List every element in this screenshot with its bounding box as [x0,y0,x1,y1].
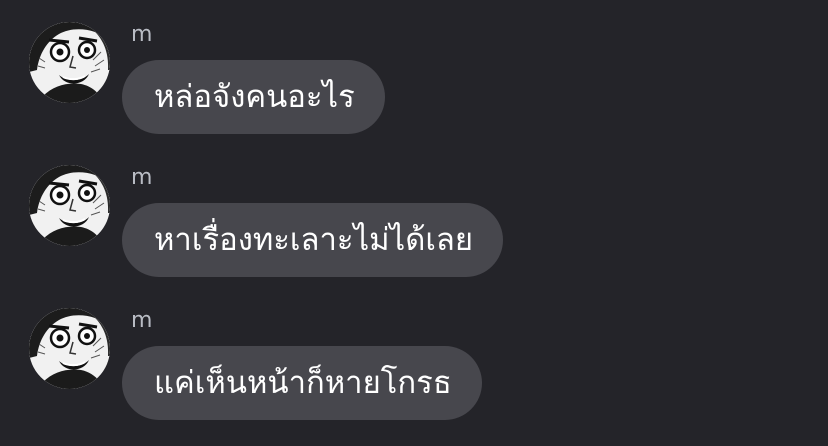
manga-face-avatar-icon[interactable] [29,308,110,389]
message-row: m แค่เห็นหน้าก็หายโกรธ [0,286,828,426]
sender-name: m [131,22,153,47]
message-row: m หล่อจังคนอะไร [0,0,828,140]
message-row: m หาเรื่องทะเลาะไม่ได้เลย [0,143,828,283]
manga-face-avatar-icon[interactable] [29,22,110,103]
chat-thread: m หล่อจังคนอะไร m หาเรื่องทะเลาะไม่ได้เล… [0,0,828,446]
avatar-drawing [29,165,110,246]
message-bubble[interactable]: แค่เห็นหน้าก็หายโกรธ [122,346,482,420]
sender-name: m [131,165,153,190]
avatar-drawing [29,308,110,389]
message-bubble[interactable]: หาเรื่องทะเลาะไม่ได้เลย [122,203,504,277]
message-bubble[interactable]: หล่อจังคนอะไร [122,60,385,134]
avatar-drawing [29,22,110,103]
manga-face-avatar-icon[interactable] [29,165,110,246]
sender-name: m [131,308,153,333]
